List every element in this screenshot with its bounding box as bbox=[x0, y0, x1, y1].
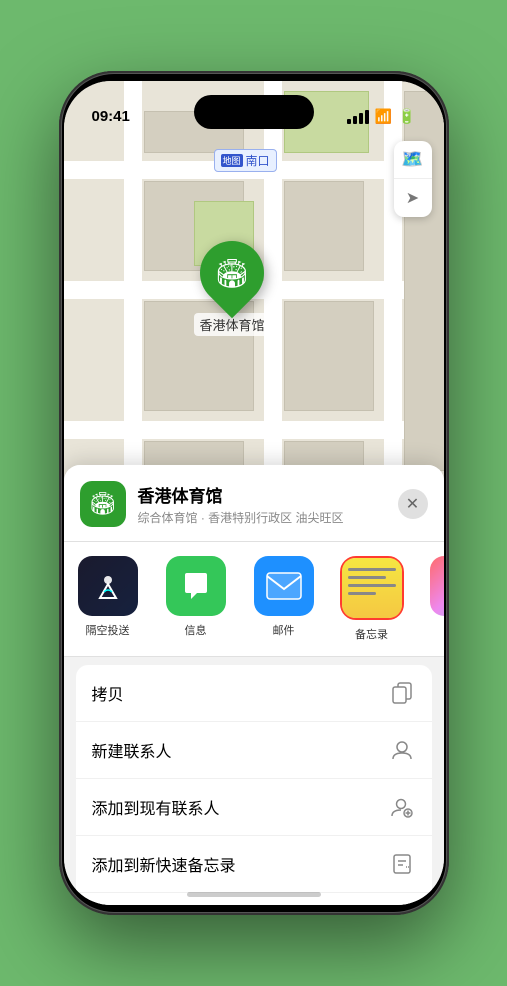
new-contact-icon bbox=[388, 736, 416, 764]
sheet-info: 香港体育馆 综合体育馆 · 香港特别行政区 油尖旺区 bbox=[138, 482, 386, 526]
mail-app[interactable]: 邮件 bbox=[240, 556, 328, 642]
close-icon: ✕ bbox=[406, 494, 419, 514]
messages-icon bbox=[166, 556, 226, 616]
notes-label: 备忘录 bbox=[355, 626, 388, 642]
mail-icon bbox=[254, 556, 314, 616]
map-south-entrance-label: 地图 南口 bbox=[214, 149, 277, 172]
airdrop-icon bbox=[78, 556, 138, 616]
add-existing-contact-action[interactable]: 添加到现有联系人 bbox=[76, 779, 432, 836]
new-contact-action[interactable]: 新建联系人 bbox=[76, 722, 432, 779]
phone-frame: 09:41 📶 🔋 bbox=[59, 71, 449, 915]
add-existing-contact-icon bbox=[388, 793, 416, 821]
add-quick-note-icon bbox=[388, 850, 416, 878]
marker-pin: 🏟 bbox=[187, 228, 278, 319]
action-list: 拷贝 新建联系人 bbox=[76, 665, 432, 905]
mail-label: 邮件 bbox=[273, 622, 295, 638]
more-icon: ⋯ bbox=[430, 556, 444, 616]
venue-title: 香港体育馆 bbox=[138, 482, 386, 507]
phone-screen: 09:41 📶 🔋 bbox=[64, 81, 444, 905]
venue-icon: 🏟 bbox=[80, 481, 126, 527]
notes-icon bbox=[342, 558, 402, 618]
location-button[interactable]: ➤ bbox=[394, 179, 432, 217]
new-contact-label: 新建联系人 bbox=[92, 738, 172, 762]
status-icons: 📶 🔋 bbox=[347, 108, 416, 127]
close-button[interactable]: ✕ bbox=[398, 489, 428, 519]
dynamic-island bbox=[194, 95, 314, 129]
venue-subtitle: 综合体育馆 · 香港特别行政区 油尖旺区 bbox=[138, 509, 386, 526]
divider-2 bbox=[64, 656, 444, 657]
location-marker: 🏟 香港体育馆 bbox=[194, 241, 271, 336]
wifi-icon: 📶 bbox=[375, 108, 392, 125]
home-indicator bbox=[187, 892, 321, 897]
airdrop-label: 隔空投送 bbox=[86, 622, 130, 638]
copy-icon bbox=[388, 679, 416, 707]
copy-action[interactable]: 拷贝 bbox=[76, 665, 432, 722]
location-arrow-icon: ➤ bbox=[406, 188, 419, 208]
battery-icon: 🔋 bbox=[398, 108, 415, 125]
notes-app[interactable]: 备忘录 bbox=[328, 556, 416, 642]
messages-label: 信息 bbox=[185, 622, 207, 638]
sheet-header: 🏟 香港体育馆 综合体育馆 · 香港特别行政区 油尖旺区 ✕ bbox=[64, 465, 444, 541]
copy-label: 拷贝 bbox=[92, 681, 124, 705]
signal-bars-icon bbox=[347, 110, 369, 124]
map-area[interactable]: 地图 南口 🗺️ ➤ 🏟 香港体育馆 bbox=[64, 81, 444, 511]
bottom-sheet: 🏟 香港体育馆 综合体育馆 · 香港特别行政区 油尖旺区 ✕ bbox=[64, 465, 444, 905]
map-controls: 🗺️ ➤ bbox=[394, 141, 432, 217]
messages-app[interactable]: 信息 bbox=[152, 556, 240, 642]
add-existing-contact-label: 添加到现有联系人 bbox=[92, 795, 220, 819]
map-type-icon: 🗺️ bbox=[401, 149, 423, 170]
share-apps-row: 隔空投送 信息 bbox=[64, 542, 444, 656]
map-type-button[interactable]: 🗺️ bbox=[394, 141, 432, 179]
status-time: 09:41 bbox=[92, 108, 130, 127]
stadium-icon: 🏟 bbox=[214, 257, 250, 290]
airdrop-app[interactable]: 隔空投送 bbox=[64, 556, 152, 642]
add-quick-note-label: 添加到新快速备忘录 bbox=[92, 852, 236, 876]
add-quick-note-action[interactable]: 添加到新快速备忘录 bbox=[76, 836, 432, 893]
more-app[interactable]: ⋯ 推 bbox=[416, 556, 444, 642]
